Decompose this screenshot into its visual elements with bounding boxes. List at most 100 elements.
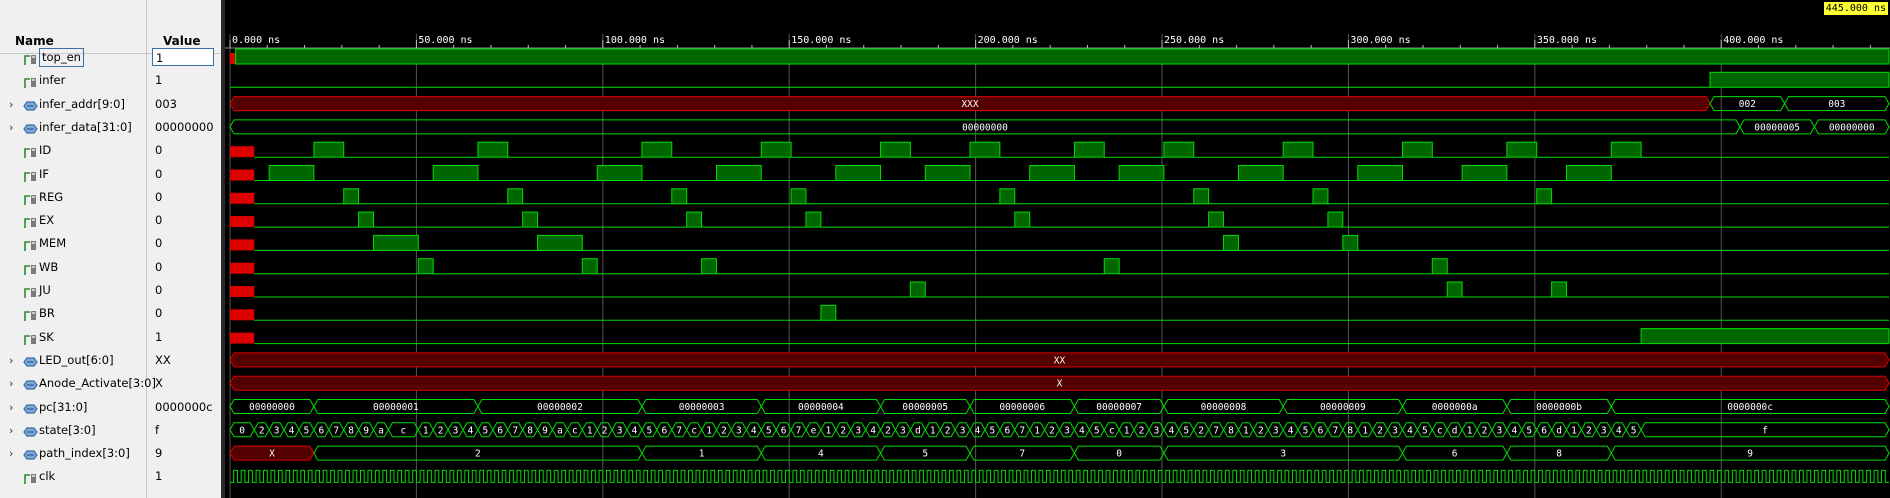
waveform-high-segment — [1118, 165, 1165, 181]
waveform-unknown-segment — [230, 53, 236, 64]
waveform-high-segment — [641, 141, 673, 158]
signal-row[interactable]: SK — [0, 326, 146, 349]
signal-value-row[interactable]: 1 — [147, 465, 221, 488]
time-tick-label: 350.000 ns — [1537, 35, 1597, 46]
bit-signal-icon — [23, 191, 38, 205]
signal-row[interactable]: › infer_addr[9:0] — [0, 93, 146, 116]
bus-value-label: 2 — [1049, 425, 1055, 436]
signal-row[interactable]: › path_index[3:0] — [0, 442, 146, 465]
bit-signal-icon — [23, 168, 38, 182]
signal-value-row[interactable]: 0000000c — [147, 396, 221, 419]
bus-value-label: 4 — [870, 425, 876, 436]
bus-value-label: 5 — [1631, 425, 1637, 436]
signal-row[interactable]: REG — [0, 186, 146, 209]
signal-value: 003 — [155, 97, 177, 111]
bus-value-label: 2 — [1139, 425, 1145, 436]
signal-value-row[interactable]: XX — [147, 349, 221, 372]
signal-value-row[interactable]: X — [147, 372, 221, 395]
signal-value-row[interactable]: 9 — [147, 442, 221, 465]
time-tick-label: 300.000 ns — [1350, 35, 1410, 46]
signal-value: 0 — [155, 306, 163, 320]
bus-value-label: XXX — [961, 99, 978, 110]
bus-value-label: 6 — [1318, 425, 1324, 436]
signal-value-row[interactable]: 0 — [147, 232, 221, 255]
signal-row[interactable]: › state[3:0] — [0, 419, 146, 442]
waveform-high-segment — [1640, 328, 1890, 345]
expand-chevron-icon[interactable]: › — [9, 419, 17, 442]
signal-name: MEM — [39, 236, 67, 250]
bus-value-label: 8 — [348, 425, 354, 436]
bus-value-label: 3 — [453, 425, 459, 436]
signal-name: ID — [39, 143, 52, 157]
signal-value: 0 — [155, 190, 163, 204]
signal-name: infer — [39, 73, 66, 87]
waveform-unknown-segment — [230, 262, 255, 274]
signal-row[interactable]: › Anode_Activate[3:0] — [0, 372, 156, 395]
bus-value-label: 8 — [1556, 449, 1562, 460]
waveform-high-segment — [671, 188, 688, 205]
waveform-high-segment — [701, 258, 718, 275]
signal-value-row[interactable]: 1 — [147, 46, 221, 69]
bus-value-label: c — [691, 425, 697, 436]
bus-value-label: 00000007 — [1096, 402, 1142, 413]
signal-value-row[interactable]: 0 — [147, 186, 221, 209]
waveform-high-segment — [1342, 234, 1359, 251]
waveform-high-segment — [1163, 141, 1195, 158]
signal-row[interactable]: MEM — [0, 232, 146, 255]
signal-value-row[interactable]: 0 — [147, 139, 221, 162]
bus-value-label: 6 — [497, 425, 503, 436]
signal-row[interactable]: IF — [0, 163, 146, 186]
waveform-high-segment — [835, 165, 882, 181]
bus-value-label: 5 — [1526, 425, 1532, 436]
expand-chevron-icon[interactable]: › — [9, 396, 17, 419]
bus-value-label: 0000000c — [1727, 402, 1773, 413]
expand-chevron-icon[interactable]: › — [9, 442, 17, 465]
bus-signal-icon — [23, 354, 38, 367]
bus-value-label: 9 — [542, 425, 548, 436]
signal-value-row[interactable]: 0 — [147, 279, 221, 302]
bus-value-label: 5 — [766, 425, 772, 436]
expand-chevron-icon[interactable]: › — [9, 93, 17, 116]
time-tick-label: 400.000 ns — [1723, 35, 1783, 46]
signal-list-panel: Name top_en infer › infer_addr[9:0] › infer_d… — [0, 0, 221, 498]
expand-chevron-icon[interactable]: › — [9, 116, 17, 139]
signal-name: infer_addr[9:0] — [39, 97, 125, 111]
bus-value-label: 2 — [438, 425, 444, 436]
bus-value-label: 1 — [1124, 425, 1130, 436]
signal-value-row[interactable]: 0 — [147, 256, 221, 279]
signal-value-row[interactable]: 003 — [147, 93, 221, 116]
signal-row[interactable]: top_en — [0, 46, 146, 69]
waveform-viewer[interactable]: 0.000 ns 50.000 ns 100.000 ns 150.000 ns 200… — [225, 0, 1890, 498]
bit-signal-icon — [23, 284, 38, 298]
signal-row[interactable]: ID — [0, 139, 146, 162]
signal-value-row[interactable]: 1 — [147, 69, 221, 92]
signal-row[interactable]: clk — [0, 465, 146, 488]
signal-row[interactable]: EX — [0, 209, 146, 232]
waveform-high-segment — [760, 141, 792, 158]
bus-value-label: 2 — [259, 425, 265, 436]
signal-value-row[interactable]: 0 — [147, 209, 221, 232]
signal-row[interactable]: JU — [0, 279, 146, 302]
signal-name: infer_data[31:0] — [39, 120, 132, 134]
bus-value-label: d — [1452, 425, 1458, 436]
waveform-high-segment — [358, 211, 375, 228]
signal-row[interactable]: › infer_data[31:0] — [0, 116, 146, 139]
signal-row[interactable]: WB — [0, 256, 146, 279]
signal-row[interactable]: BR — [0, 302, 146, 325]
bus-value-label: 3 — [1273, 425, 1279, 436]
expand-chevron-icon[interactable]: › — [9, 349, 17, 372]
signal-value-row[interactable]: 0 — [147, 163, 221, 186]
signal-value-row[interactable]: 00000000 — [147, 116, 221, 139]
expand-chevron-icon[interactable]: › — [9, 372, 17, 395]
signal-value-row[interactable]: 0 — [147, 302, 221, 325]
signal-row[interactable]: infer — [0, 69, 146, 92]
waveform-canvas[interactable]: 0.000 ns 50.000 ns 100.000 ns 150.000 ns 200… — [225, 0, 1890, 498]
signal-row[interactable]: › LED_out[6:0] — [0, 349, 146, 372]
waveform-high-segment — [1073, 141, 1105, 158]
bus-value-label: d — [915, 425, 921, 436]
signal-row[interactable]: › pc[31:0] — [0, 396, 146, 419]
waveform-unknown-segment — [230, 216, 255, 228]
waveform-high-segment — [1327, 211, 1344, 228]
signal-value-row[interactable]: 1 — [147, 326, 221, 349]
signal-value-row[interactable]: f — [147, 419, 221, 442]
